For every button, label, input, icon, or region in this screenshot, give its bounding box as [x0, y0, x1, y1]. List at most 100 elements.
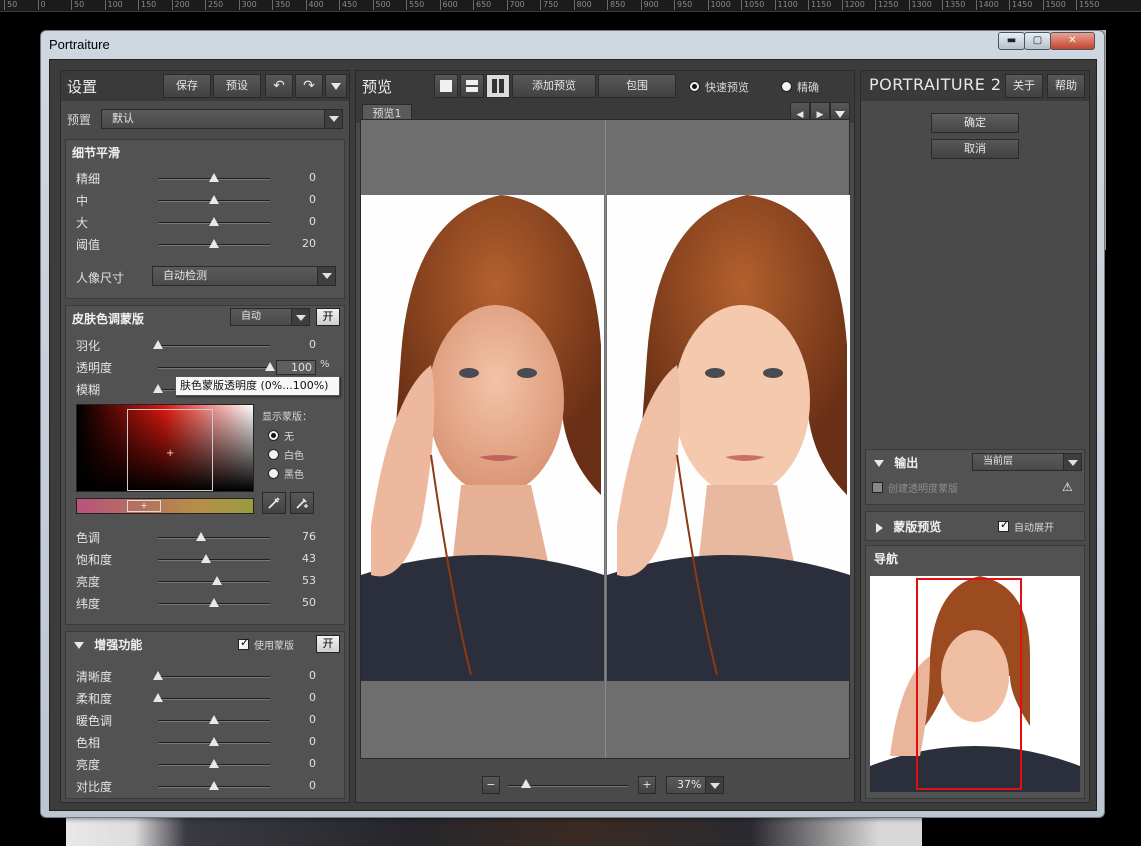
- slider-thumb[interactable]: [209, 598, 219, 607]
- presets-button[interactable]: 预设: [213, 74, 261, 98]
- slider-thumb[interactable]: [209, 759, 219, 768]
- slider-thumb[interactable]: [209, 239, 219, 248]
- slider-thumb[interactable]: [209, 195, 219, 204]
- single-view-button[interactable]: [434, 74, 458, 98]
- slider-thumb[interactable]: [209, 217, 219, 226]
- slider-thumb[interactable]: [209, 715, 219, 724]
- chevron-down-icon: [835, 110, 845, 118]
- slider-thumb[interactable]: [153, 340, 163, 349]
- ruler-tick: 550: [406, 0, 424, 10]
- enhancements-on-toggle[interactable]: 开: [316, 635, 340, 653]
- auto-expand-checkbox[interactable]: [998, 518, 1009, 532]
- slider-value: 0: [309, 171, 316, 184]
- redo-icon[interactable]: ↷: [295, 74, 323, 98]
- single-view-icon: [440, 80, 452, 92]
- chevron-down-icon: [74, 642, 84, 649]
- portrait-size-dropdown[interactable]: 自动检测: [152, 266, 336, 286]
- slider-value: 53: [302, 574, 316, 587]
- ruler-tick: 1250: [875, 0, 898, 10]
- preview-title: 预览: [362, 78, 393, 96]
- zoom-in-button[interactable]: +: [638, 776, 656, 794]
- ok-button[interactable]: 确定: [931, 113, 1019, 133]
- slider-thumb[interactable]: [212, 576, 223, 585]
- slider-track[interactable]: [158, 367, 270, 369]
- ruler-tick: 1450: [1009, 0, 1032, 10]
- mask-preview-section[interactable]: 蒙版预览 自动展开: [865, 511, 1085, 541]
- slider-thumb[interactable]: [153, 693, 163, 702]
- slider-track[interactable]: [158, 676, 270, 678]
- settings-header: 设置 保存 预设 ↶ ↷: [61, 71, 349, 101]
- save-button[interactable]: 保存: [163, 74, 211, 98]
- skin-mask-on-toggle[interactable]: 开: [316, 308, 340, 326]
- preview-canvas[interactable]: [360, 119, 850, 759]
- quick-preview-radio[interactable]: [689, 81, 700, 92]
- skin-mask-mode-dropdown[interactable]: 自动: [230, 308, 310, 326]
- navigator-title: 导航: [874, 552, 899, 566]
- hue-strip[interactable]: +: [76, 498, 254, 514]
- precise-radio[interactable]: [781, 81, 792, 92]
- skin-mask-section: 皮肤色调蒙版 自动 开 羽化 0 透明度 100 模糊 % + + 显示蒙版：: [65, 305, 345, 625]
- hue-range-box[interactable]: +: [127, 500, 161, 512]
- slider-track[interactable]: [158, 537, 270, 539]
- enhancements-title-text: 增强功能: [94, 638, 143, 652]
- skin-color-range-box[interactable]: +: [127, 409, 213, 491]
- split-vertical-button[interactable]: [486, 74, 510, 98]
- split-divider[interactable]: [605, 120, 606, 758]
- create-mask-checkbox[interactable]: [872, 482, 883, 493]
- minimize-button[interactable]: ▬: [998, 32, 1025, 50]
- show-mask-radio[interactable]: [268, 449, 279, 460]
- slider-label: 色调: [76, 531, 101, 545]
- help-button[interactable]: 帮助: [1047, 74, 1085, 98]
- preset-dropdown[interactable]: 默认: [101, 109, 343, 129]
- skin-color-picker[interactable]: +: [76, 404, 254, 492]
- slider-thumb[interactable]: [209, 173, 219, 182]
- slider-thumb[interactable]: [153, 384, 163, 393]
- slider-thumb[interactable]: [209, 737, 219, 746]
- slider-thumb[interactable]: [265, 362, 275, 371]
- output-value: 当前层: [983, 456, 1013, 467]
- slider-thumb[interactable]: [209, 781, 219, 790]
- zoom-slider-thumb[interactable]: [521, 779, 531, 788]
- ruler-tick: 200: [171, 0, 190, 10]
- navigator-viewport-box[interactable]: [916, 578, 1022, 790]
- show-mask-radio[interactable]: [268, 468, 279, 479]
- zoom-dropdown[interactable]: 37%: [666, 776, 724, 794]
- slider-value: 0: [309, 193, 316, 206]
- bracket-button[interactable]: 包围: [598, 74, 676, 98]
- slider-label: 阈值: [76, 238, 101, 252]
- show-mask-radio[interactable]: [268, 430, 279, 441]
- cancel-button[interactable]: 取消: [931, 139, 1019, 159]
- slider-value: 100: [276, 360, 316, 375]
- navigator-thumbnail[interactable]: [870, 576, 1080, 792]
- split-horizontal-button[interactable]: [460, 74, 484, 98]
- output-dropdown[interactable]: 当前层: [972, 453, 1082, 471]
- eyedropper-add-icon[interactable]: [290, 492, 314, 514]
- add-preview-button[interactable]: 添加预览: [512, 74, 596, 98]
- slider-label: 柔和度: [76, 692, 113, 706]
- slider-track[interactable]: [158, 698, 270, 700]
- eyedropper-icon[interactable]: [262, 492, 286, 514]
- chevron-right-icon: [876, 522, 883, 533]
- about-button[interactable]: 关于: [1005, 74, 1043, 98]
- mask-preview-title: 蒙版预览: [876, 518, 941, 535]
- slider-thumb[interactable]: [201, 554, 212, 563]
- zoom-out-button[interactable]: −: [482, 776, 500, 794]
- close-button[interactable]: ✕: [1050, 32, 1095, 50]
- ruler-tick: 1150: [808, 0, 831, 10]
- use-mask-checkbox[interactable]: [238, 636, 249, 650]
- slider-thumb[interactable]: [195, 532, 206, 541]
- undo-icon[interactable]: ↶: [265, 74, 293, 98]
- ruler-tick: 450: [339, 0, 357, 10]
- maximize-button[interactable]: ▢: [1024, 32, 1051, 50]
- slider-track[interactable]: [158, 559, 270, 561]
- ruler-tick: 750: [540, 0, 558, 10]
- slider-value: 0: [309, 713, 316, 726]
- ruler-tick: 350: [272, 0, 290, 10]
- panel-menu-button[interactable]: [325, 74, 347, 98]
- skin-mask-title: 皮肤色调蒙版: [72, 312, 145, 326]
- slider-track[interactable]: [158, 345, 270, 347]
- slider-thumb[interactable]: [153, 671, 163, 680]
- ruler-tick: 600: [439, 0, 458, 10]
- slider-label: 清晰度: [76, 670, 113, 684]
- ruler-tick: 500: [372, 0, 391, 10]
